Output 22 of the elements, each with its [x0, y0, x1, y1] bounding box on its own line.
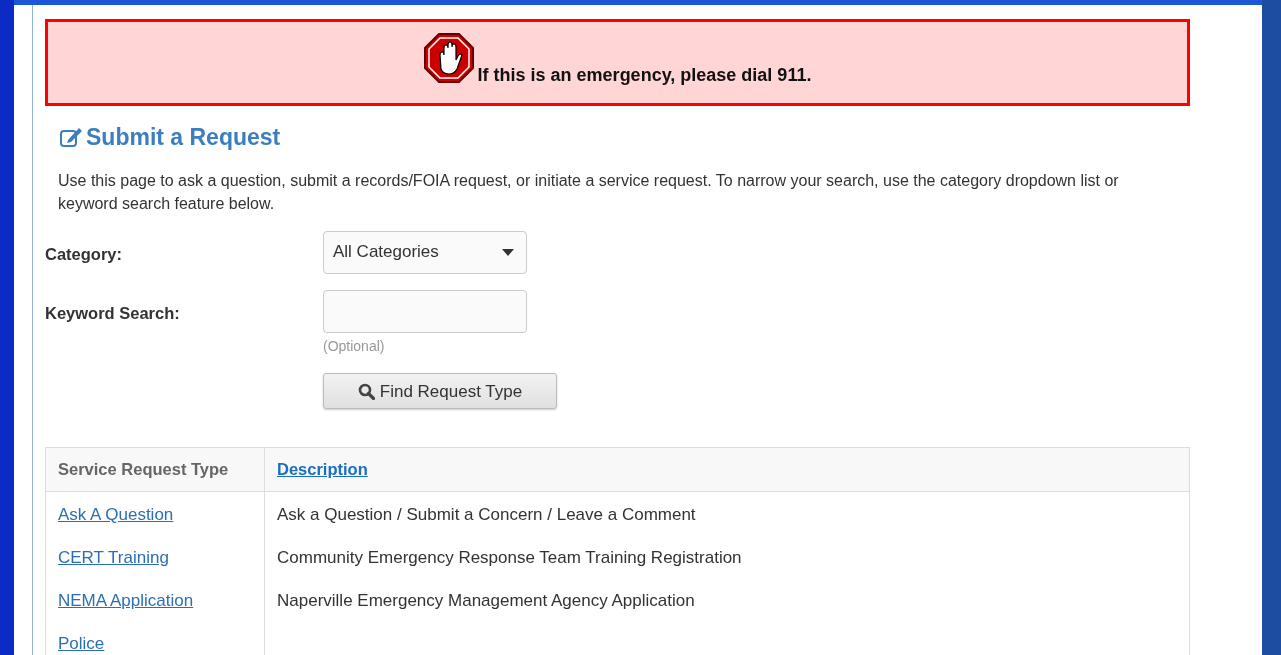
category-label: Category:: [45, 244, 122, 263]
request-type-link[interactable]: CERT Training: [58, 547, 169, 567]
find-request-type-button[interactable]: Find Request Type: [323, 373, 557, 410]
column-header: Service Request Type: [45, 447, 265, 492]
search-icon: [357, 382, 375, 400]
description-text: Community Emergency Response Team Training Registration: [277, 547, 742, 567]
caret-icon: [502, 248, 514, 256]
optional-hint: (Optional): [323, 336, 385, 356]
keyword-search-label: Keyword Search:: [45, 303, 180, 322]
stop-hand-icon: [423, 33, 474, 83]
description-text: Naperville Emergency Management Agency Application: [277, 590, 695, 610]
intro-paragraph: Use this page to ask a question, submit a records/FOIA request, or initiate a service request. To narrow your search, use the category dropdown list or keyword search feature below.: [58, 170, 1120, 214]
description-text: Ask a Question / Submit a Concern / Leave a Comment: [277, 505, 696, 524]
page-heading: Submit a Request: [86, 123, 281, 152]
category-dropdown[interactable]: All Categories: [323, 230, 527, 274]
request-type-link[interactable]: NEMA Application: [58, 590, 194, 610]
edit-icon: [59, 126, 83, 149]
description-sort-link[interactable]: Description: [277, 460, 368, 479]
keyword-search-field[interactable]: [323, 289, 527, 333]
request-type-link[interactable]: Ask A Question: [58, 505, 174, 524]
request-type-link[interactable]: Police: [58, 633, 105, 653]
emergency-message: If this is an emergency, please dial 911.: [477, 64, 812, 87]
